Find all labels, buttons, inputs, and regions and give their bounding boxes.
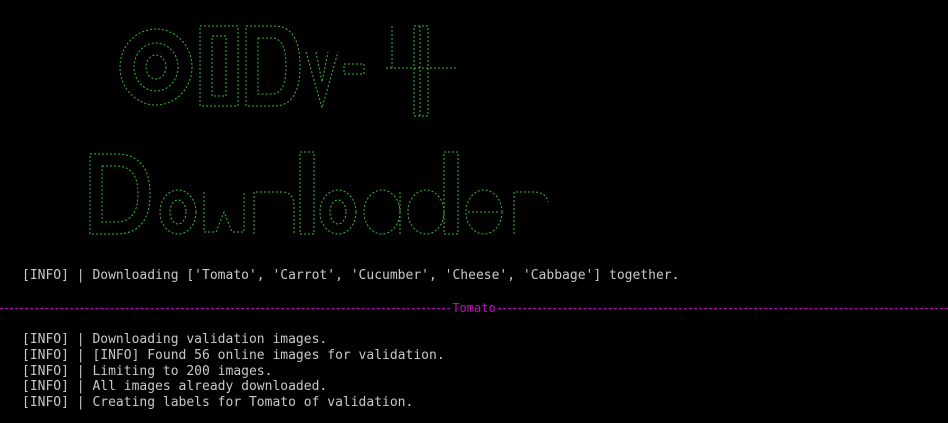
ascii-banner-art <box>89 25 549 235</box>
log-line: [INFO] | Limiting to 200 images. <box>22 363 273 379</box>
separator-dash-left <box>0 307 451 309</box>
log-line: [INFO] | [INFO] Found 56 online images f… <box>22 347 445 363</box>
log-line: [INFO] | Creating labels for Tomato of v… <box>22 395 414 411</box>
log-list: [INFO] | Downloading validation images. … <box>22 332 445 411</box>
separator-dash-right <box>497 307 948 309</box>
terminal-window[interactable]: [INFO] | Downloading ['Tomato', 'Carrot'… <box>0 0 948 423</box>
ascii-banner <box>86 12 586 244</box>
info-line: [INFO] | Downloading ['Tomato', 'Carrot'… <box>22 268 680 283</box>
separator-label: Tomato <box>452 301 496 315</box>
log-line: [INFO] | Downloading validation images. <box>22 332 328 347</box>
section-separator: Tomato <box>0 300 948 316</box>
log-line: [INFO] | All images already downloaded. <box>22 379 328 395</box>
